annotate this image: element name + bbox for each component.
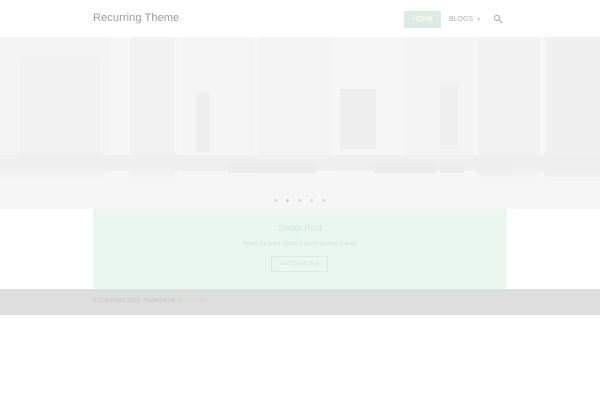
site-title[interactable]: Recurring Theme [93,12,179,24]
site-header: Recurring Theme HOME BLOGS ▾ [0,0,600,37]
wordpress-link[interactable]: WordPress [176,298,206,304]
site-footer: © Copyright 2015. Powered by WordPress [0,289,600,315]
nav-home[interactable]: HOME [404,11,441,28]
slider-dot[interactable] [310,199,313,202]
slider-dot[interactable] [322,199,325,202]
chevron-down-icon: ▾ [477,17,481,23]
get-started-button[interactable]: GET STARTED [271,256,328,272]
nav-blogs-label: BLOGS [449,16,474,23]
slider-dot[interactable] [274,199,277,202]
footer-copyright: © Copyright 2015. Powered by WordPress [93,298,206,304]
sticky-post-box: Sticky Post Read our post about a quick … [93,209,507,289]
sticky-post-title: Sticky Post [277,223,323,233]
sticky-post-text: Read our post about a quick getting star… [242,241,358,247]
nav-blogs[interactable]: BLOGS ▾ [449,11,480,28]
copyright-text: © Copyright 2015. Powered by [93,298,177,304]
search-icon[interactable] [493,14,503,24]
slider-pagination [270,199,330,203]
slider-dot[interactable] [298,199,301,202]
hero-slider[interactable] [0,37,600,209]
slider-dot[interactable] [286,199,289,202]
hero-image [0,37,600,209]
